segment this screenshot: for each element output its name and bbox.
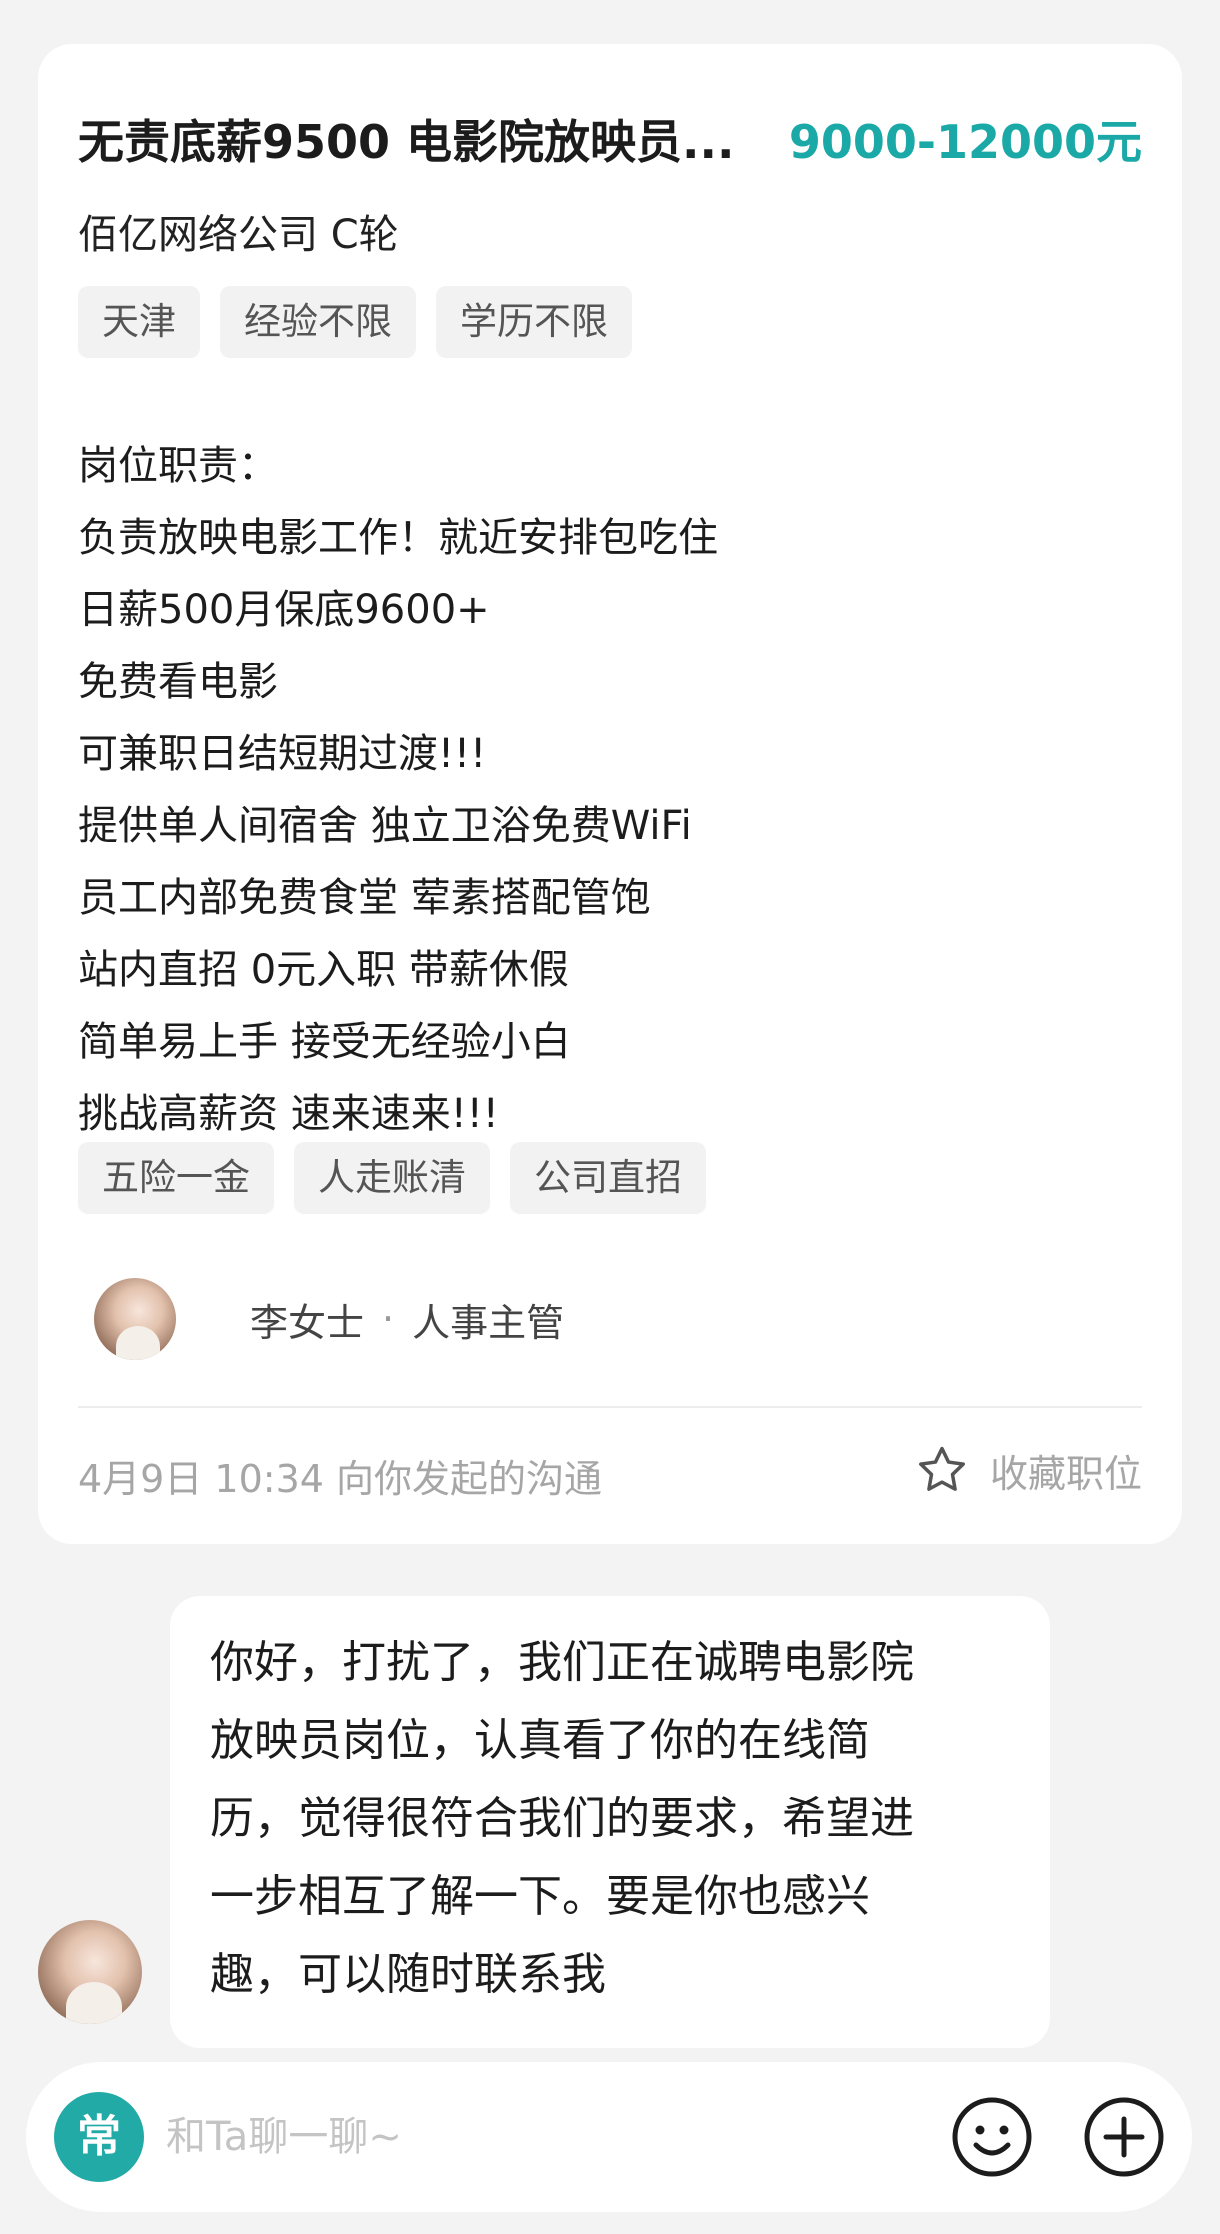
divider	[78, 1406, 1142, 1408]
tag-benefit: 公司直招	[510, 1142, 706, 1214]
job-tags: 天津 经验不限 学历不限	[78, 286, 632, 358]
tag-benefit: 人走账清	[294, 1142, 490, 1214]
message-line: 历，觉得很符合我们的要求，希望进	[210, 1793, 914, 1844]
description-line: 挑战高薪资 速来速来!!!	[78, 1091, 499, 1137]
description-line: 可兼职日结短期过渡!!!	[78, 731, 487, 777]
star-outline-icon	[919, 1446, 965, 1491]
message-line: 你好，打扰了，我们正在诚聘电影院	[210, 1637, 914, 1688]
tag-benefit: 五险一金	[78, 1142, 274, 1214]
message-line: 放映员岗位，认真看了你的在线简	[210, 1715, 870, 1766]
plus-circle-icon[interactable]	[1082, 2095, 1166, 2179]
chat-input-bar: 常	[26, 2062, 1192, 2212]
description-line: 提供单人间宿舍 独立卫浴免费WiFi	[78, 803, 692, 849]
chat-screen: 无责底薪9500 电影院放映员... 9000-12000元 佰亿网络公司 C轮…	[0, 0, 1220, 2234]
favorite-label: 收藏职位	[989, 1451, 1142, 1496]
benefit-tags: 五险一金 人走账清 公司直招	[78, 1142, 706, 1214]
message-bubble[interactable]: 你好，打扰了，我们正在诚聘电影院 放映员岗位，认真看了你的在线简 历，觉得很符合…	[170, 1596, 1050, 2048]
separator-dot: ·	[382, 1297, 395, 1341]
tag-location: 天津	[78, 286, 200, 358]
sender-avatar[interactable]	[38, 1920, 142, 2024]
company-name[interactable]: 佰亿网络公司 C轮	[78, 202, 399, 260]
recruiter-role: 人事主管	[412, 1300, 565, 1345]
recruiter-text: 李女士 · 人事主管	[250, 1292, 564, 1347]
common-phrases-button[interactable]: 常	[54, 2092, 144, 2182]
contact-time: 4月9日 10:34 向你发起的沟通	[78, 1457, 603, 1501]
description-line: 简单易上手 接受无经验小白	[78, 1019, 571, 1065]
message-input[interactable]	[166, 2102, 806, 2172]
job-card[interactable]: 无责底薪9500 电影院放映员... 9000-12000元 佰亿网络公司 C轮…	[38, 44, 1182, 1544]
favorite-job-button[interactable]: 收藏职位	[914, 1442, 1142, 1498]
smiley-icon[interactable]	[950, 2095, 1034, 2179]
description-line: 负责放映电影工作！就近安排包吃住	[78, 515, 718, 561]
job-description: 岗位职责： 负责放映电影工作！就近安排包吃住 日薪500月保底9600+ 免费看…	[78, 430, 1138, 1150]
description-line: 免费看电影	[78, 659, 278, 705]
description-line: 日薪500月保底9600+	[78, 587, 490, 633]
description-line: 员工内部免费食堂 荤素搭配管饱	[78, 875, 651, 921]
recruiter-name: 李女士	[250, 1300, 365, 1345]
description-line: 岗位职责：	[78, 443, 278, 489]
message-line: 趣，可以随时联系我	[210, 1949, 606, 2000]
recruiter-info[interactable]: 李女士 · 人事主管	[94, 1278, 564, 1360]
tag-education: 学历不限	[436, 286, 632, 358]
tag-experience: 经验不限	[220, 286, 416, 358]
job-salary: 9000-12000元	[788, 115, 1142, 169]
recruiter-avatar[interactable]	[94, 1278, 176, 1360]
message-line: 一步相互了解一下。要是你也感兴	[210, 1871, 870, 1922]
job-title[interactable]: 无责底薪9500 电影院放映员...	[78, 106, 828, 172]
description-line: 站内直招 0元入职 带薪休假	[78, 947, 569, 993]
